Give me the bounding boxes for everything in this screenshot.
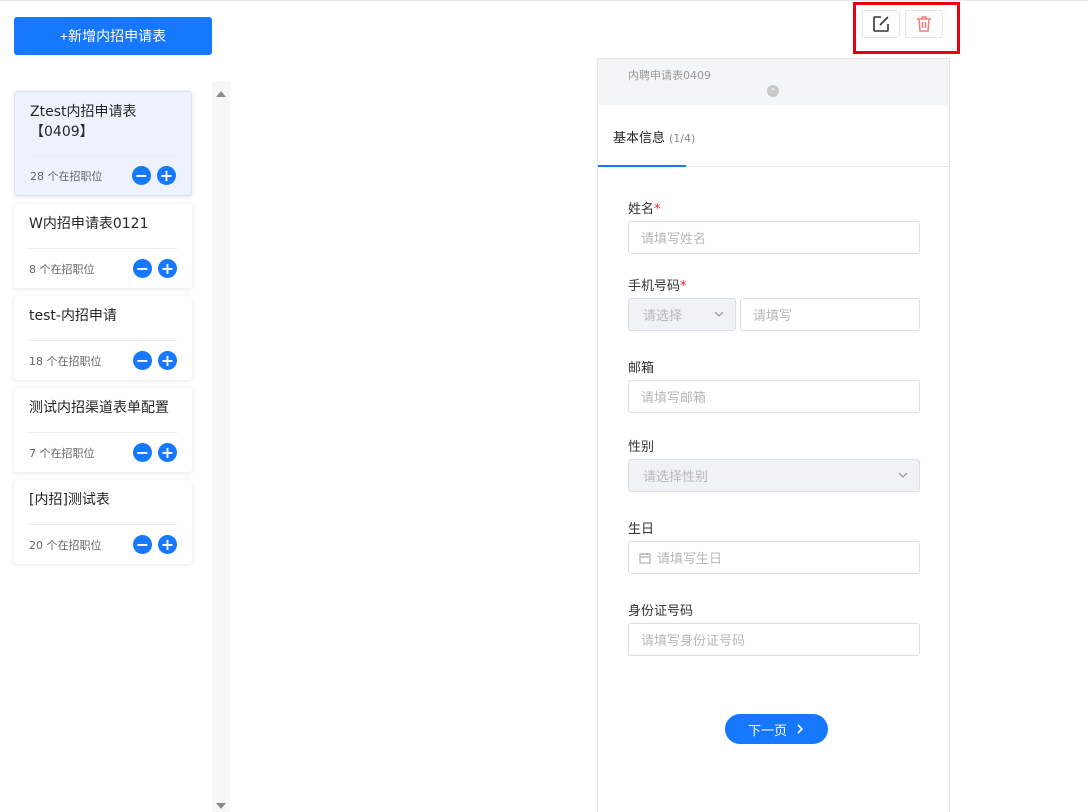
form-card[interactable]: test-内招申请 18 个在招职位 − + <box>14 296 192 380</box>
open-positions-count: 28 个在招职位 <box>30 169 103 183</box>
id-number-label: 身份证号码 <box>628 604 694 619</box>
form-card-footer: 8 个在招职位 − + <box>29 248 177 288</box>
form-list-scroll: Ztest内招申请表【0409】 28 个在招职位 − + W内招申请表0121… <box>0 81 212 812</box>
phone-region-select[interactable]: 请选择 <box>628 298 736 331</box>
name-input[interactable]: 请填写姓名 <box>628 221 920 254</box>
plus-icon[interactable]: + <box>158 535 177 554</box>
email-label: 邮箱 <box>628 361 655 376</box>
minus-icon[interactable]: − <box>133 259 152 278</box>
plus-icon[interactable]: + <box>158 351 177 370</box>
preview-header: 内聘申请表0409 ⌃ <box>598 59 949 105</box>
phone-label: 手机号码* <box>628 279 687 294</box>
tab-step: (1/4) <box>669 132 696 145</box>
gender-placeholder: 请选择性别 <box>643 470 709 485</box>
phone-number-placeholder: 请填写 <box>753 309 793 324</box>
form-card[interactable]: [内招]测试表 20 个在招职位 − + <box>14 480 192 564</box>
minus-icon[interactable]: − <box>133 443 152 462</box>
edit-icon <box>873 16 889 32</box>
form-list: Ztest内招申请表【0409】 28 个在招职位 − + W内招申请表0121… <box>0 81 230 812</box>
id-number-placeholder: 请填写身份证号码 <box>641 634 746 649</box>
preview-title: 内聘申请表0409 <box>628 69 711 82</box>
scroll-down-icon[interactable] <box>216 803 226 809</box>
plus-icon[interactable]: + <box>158 259 177 278</box>
birthday-input[interactable]: 请填写生日 <box>628 541 920 574</box>
open-positions-count: 20 个在招职位 <box>29 538 102 552</box>
gender-select[interactable]: 请选择性别 <box>628 459 920 492</box>
gender-label: 性别 <box>628 440 655 455</box>
active-tab-indicator <box>598 165 686 167</box>
form-card-title: Ztest内招申请表【0409】 <box>30 104 137 140</box>
form-card-footer: 18 个在招职位 − + <box>29 340 177 380</box>
chevron-right-icon <box>797 724 804 734</box>
minus-icon[interactable]: − <box>133 351 152 370</box>
list-scrollbar[interactable] <box>212 81 230 812</box>
form-card-title: W内招申请表0121 <box>29 216 149 232</box>
required-mark: * <box>654 202 661 217</box>
form-card-footer: 20 个在招职位 − + <box>29 524 177 564</box>
phone-region-placeholder: 请选择 <box>643 309 683 324</box>
birthday-label: 生日 <box>628 522 655 537</box>
next-page-label: 下一页 <box>747 722 787 738</box>
trash-icon <box>917 16 931 32</box>
chevron-down-icon <box>898 472 908 478</box>
required-mark: * <box>680 279 687 294</box>
step-tabs: 基本信息 (1/4) <box>598 105 949 167</box>
edit-form-button[interactable] <box>862 10 900 38</box>
tab-basic-info[interactable]: 基本信息 (1/4) <box>613 127 695 146</box>
plus-icon[interactable]: + <box>158 443 177 462</box>
form-card-title: [内招]测试表 <box>29 492 110 508</box>
page: +新增内招申请表 Ztest内招申请表【0409】 28 个在招职位 − + W… <box>0 0 1089 812</box>
form-card[interactable]: 测试内招渠道表单配置 7 个在招职位 − + <box>14 388 192 472</box>
scroll-up-icon[interactable] <box>216 91 226 97</box>
calendar-icon <box>639 552 651 563</box>
open-positions-count: 7 个在招职位 <box>29 446 95 460</box>
next-page-button[interactable]: 下一页 <box>725 714 828 744</box>
id-number-input[interactable]: 请填写身份证号码 <box>628 623 920 656</box>
form-card-footer: 7 个在招职位 − + <box>29 432 177 472</box>
phone-number-input[interactable]: 请填写 <box>740 298 920 331</box>
minus-icon[interactable]: − <box>133 535 152 554</box>
email-input[interactable]: 请填写邮箱 <box>628 380 920 413</box>
tab-label: 基本信息 <box>613 131 666 146</box>
form-card-title: test-内招申请 <box>29 308 117 324</box>
email-placeholder: 请填写邮箱 <box>641 391 707 406</box>
collapse-icon[interactable]: ⌃ <box>767 85 779 97</box>
form-card-title: 测试内招渠道表单配置 <box>29 400 169 416</box>
form-card[interactable]: Ztest内招申请表【0409】 28 个在招职位 − + <box>14 91 192 196</box>
form-card-footer: 28 个在招职位 − + <box>30 155 176 195</box>
plus-icon[interactable]: + <box>157 166 176 185</box>
open-positions-count: 18 个在招职位 <box>29 354 102 368</box>
add-form-button[interactable]: +新增内招申请表 <box>14 17 212 55</box>
delete-form-button[interactable] <box>905 10 943 38</box>
name-label: 姓名* <box>628 202 661 217</box>
form-card[interactable]: W内招申请表0121 8 个在招职位 − + <box>14 204 192 288</box>
name-placeholder: 请填写姓名 <box>641 232 707 247</box>
chevron-down-icon <box>714 311 724 317</box>
open-positions-count: 8 个在招职位 <box>29 262 95 276</box>
birthday-placeholder: 请填写生日 <box>657 552 723 567</box>
form-preview: 内聘申请表0409 ⌃ 基本信息 (1/4) 姓名* 请填写姓名 手机号码* 请选… <box>597 58 950 812</box>
minus-icon[interactable]: − <box>132 166 151 185</box>
